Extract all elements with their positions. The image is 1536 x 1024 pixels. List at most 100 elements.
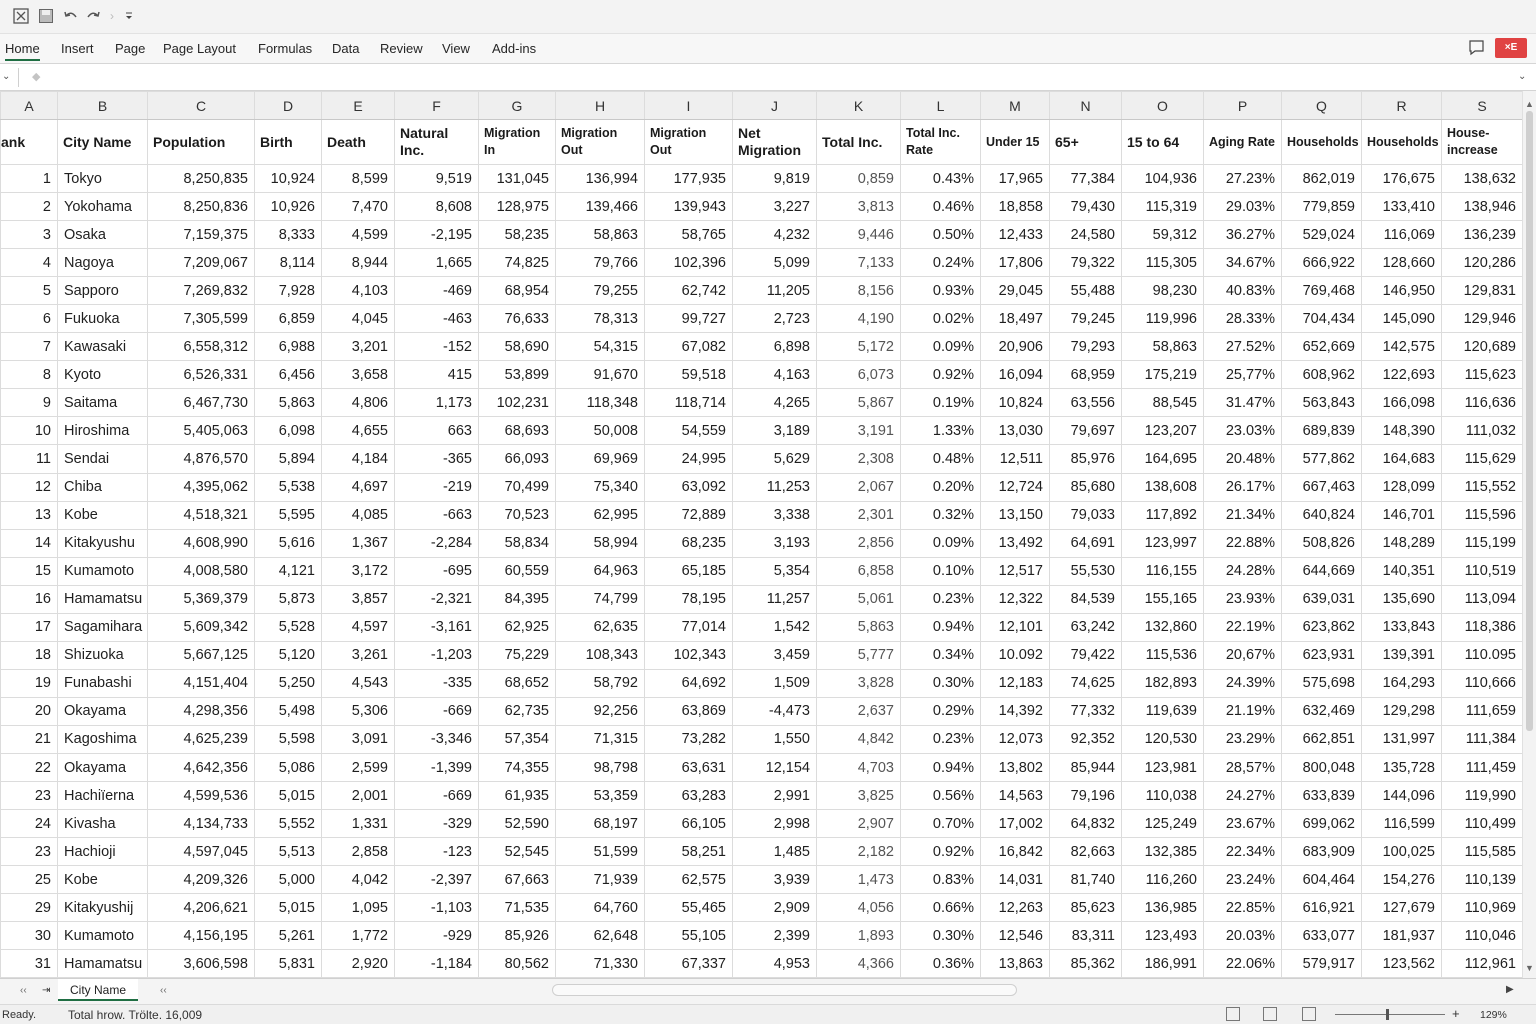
- data-cell[interactable]: 98,230: [1121, 276, 1204, 306]
- city-name-cell[interactable]: Fukuoka: [57, 304, 148, 334]
- data-cell[interactable]: 186,991: [1121, 949, 1204, 978]
- rank-cell[interactable]: 8: [0, 360, 58, 390]
- data-cell[interactable]: 8,944: [321, 248, 395, 278]
- data-cell[interactable]: 5,528: [254, 612, 322, 642]
- city-name-cell[interactable]: Shizuoka: [57, 640, 148, 670]
- data-cell[interactable]: 88,545: [1121, 388, 1204, 418]
- tab-page[interactable]: Page: [115, 41, 145, 56]
- data-cell[interactable]: 4,543: [321, 668, 395, 698]
- data-cell[interactable]: 9,819: [732, 163, 817, 194]
- data-cell[interactable]: 31.47%: [1203, 388, 1282, 418]
- data-cell[interactable]: 100,025: [1361, 837, 1442, 867]
- data-cell[interactable]: 20,906: [980, 332, 1050, 362]
- data-cell[interactable]: 5,000: [254, 865, 322, 895]
- data-cell[interactable]: 2,723: [732, 304, 817, 334]
- data-cell[interactable]: 0.20%: [900, 472, 981, 502]
- data-cell[interactable]: 3,606,598: [147, 949, 255, 978]
- header-cell[interactable]: Households: [1361, 119, 1442, 165]
- data-cell[interactable]: 699,062: [1281, 809, 1362, 839]
- data-cell[interactable]: 77,332: [1049, 696, 1122, 726]
- data-cell[interactable]: 12,154: [732, 752, 817, 783]
- data-cell[interactable]: 5,086: [254, 752, 322, 783]
- data-cell[interactable]: 80,562: [478, 949, 556, 978]
- data-cell[interactable]: -4,473: [732, 696, 817, 726]
- data-cell[interactable]: -1,103: [394, 893, 479, 923]
- data-cell[interactable]: 4,597,045: [147, 837, 255, 867]
- data-cell[interactable]: 5,120: [254, 640, 322, 670]
- data-cell[interactable]: -123: [394, 837, 479, 867]
- data-cell[interactable]: 63,556: [1049, 388, 1122, 418]
- data-cell[interactable]: 0.02%: [900, 304, 981, 334]
- data-cell[interactable]: 3,193: [732, 528, 817, 558]
- data-cell[interactable]: 6,526,331: [147, 360, 255, 390]
- data-cell[interactable]: 110,666: [1441, 668, 1522, 698]
- data-cell[interactable]: 139,943: [644, 192, 733, 222]
- data-cell[interactable]: 16,842: [980, 837, 1050, 867]
- data-cell[interactable]: -2,397: [394, 865, 479, 895]
- data-cell[interactable]: 66,105: [644, 809, 733, 839]
- scroll-up-icon[interactable]: ▲: [1525, 99, 1534, 109]
- data-cell[interactable]: 62,735: [478, 696, 556, 726]
- data-cell[interactable]: 1,509: [732, 668, 817, 698]
- data-cell[interactable]: 177,935: [644, 163, 733, 194]
- data-cell[interactable]: 5,015: [254, 781, 322, 811]
- data-cell[interactable]: 116,636: [1441, 388, 1522, 418]
- customize-icon[interactable]: [121, 8, 137, 24]
- data-cell[interactable]: 1,893: [816, 921, 901, 951]
- data-cell[interactable]: 2,001: [321, 781, 395, 811]
- tab-page-layout[interactable]: Page Layout: [163, 41, 236, 56]
- comment-icon[interactable]: [1467, 39, 1487, 57]
- rank-cell[interactable]: 20: [0, 696, 58, 726]
- data-cell[interactable]: 108,343: [555, 640, 645, 670]
- data-cell[interactable]: 135,728: [1361, 752, 1442, 783]
- data-cell[interactable]: 57,354: [478, 724, 556, 754]
- data-cell[interactable]: 136,994: [555, 163, 645, 194]
- data-cell[interactable]: 623,931: [1281, 640, 1362, 670]
- tab-data[interactable]: Data: [332, 41, 359, 56]
- data-cell[interactable]: 22.06%: [1203, 949, 1282, 978]
- city-name-cell[interactable]: Kitakyushij: [57, 893, 148, 923]
- data-cell[interactable]: 667,463: [1281, 472, 1362, 502]
- scroll-right-icon[interactable]: ▶: [1506, 984, 1514, 995]
- formula-expand-icon[interactable]: ⌄: [1518, 71, 1526, 82]
- rank-cell[interactable]: 23: [0, 781, 58, 811]
- data-cell[interactable]: 20,67%: [1203, 640, 1282, 670]
- data-cell[interactable]: 7,209,067: [147, 248, 255, 278]
- data-cell[interactable]: 4,298,356: [147, 696, 255, 726]
- data-cell[interactable]: 68,235: [644, 528, 733, 558]
- data-cell[interactable]: 77,014: [644, 612, 733, 642]
- data-cell[interactable]: 29,045: [980, 276, 1050, 306]
- data-cell[interactable]: 1,173: [394, 388, 479, 418]
- data-cell[interactable]: 14,392: [980, 696, 1050, 726]
- data-cell[interactable]: 175,219: [1121, 360, 1204, 390]
- data-cell[interactable]: 115,552: [1441, 472, 1522, 502]
- data-cell[interactable]: 1,665: [394, 248, 479, 278]
- data-cell[interactable]: 4,190: [816, 304, 901, 334]
- data-cell[interactable]: 70,523: [478, 500, 556, 530]
- data-cell[interactable]: -929: [394, 921, 479, 951]
- data-cell[interactable]: 91,670: [555, 360, 645, 390]
- data-cell[interactable]: 148,289: [1361, 528, 1442, 558]
- data-cell[interactable]: 3,813: [816, 192, 901, 222]
- data-cell[interactable]: 604,464: [1281, 865, 1362, 895]
- data-cell[interactable]: 12,511: [980, 444, 1050, 474]
- data-cell[interactable]: 0.23%: [900, 724, 981, 754]
- column-header-s[interactable]: S: [1441, 91, 1522, 120]
- zoom-slider-thumb[interactable]: [1386, 1009, 1389, 1020]
- data-cell[interactable]: 26.17%: [1203, 472, 1282, 502]
- header-cell[interactable]: Households: [1281, 119, 1362, 165]
- data-cell[interactable]: 138,632: [1441, 163, 1522, 194]
- data-cell[interactable]: 78,313: [555, 304, 645, 334]
- data-cell[interactable]: 5,867: [816, 388, 901, 418]
- column-header-l[interactable]: L: [900, 91, 981, 120]
- data-cell[interactable]: -2,284: [394, 528, 479, 558]
- data-cell[interactable]: 0.56%: [900, 781, 981, 811]
- data-cell[interactable]: 115,319: [1121, 192, 1204, 222]
- data-cell[interactable]: 0.19%: [900, 388, 981, 418]
- data-cell[interactable]: 0.92%: [900, 837, 981, 867]
- data-cell[interactable]: 0.66%: [900, 893, 981, 923]
- data-cell[interactable]: 2,920: [321, 949, 395, 978]
- data-cell[interactable]: 12,322: [980, 584, 1050, 614]
- data-cell[interactable]: 8,333: [254, 220, 322, 250]
- data-cell[interactable]: 127,679: [1361, 893, 1442, 923]
